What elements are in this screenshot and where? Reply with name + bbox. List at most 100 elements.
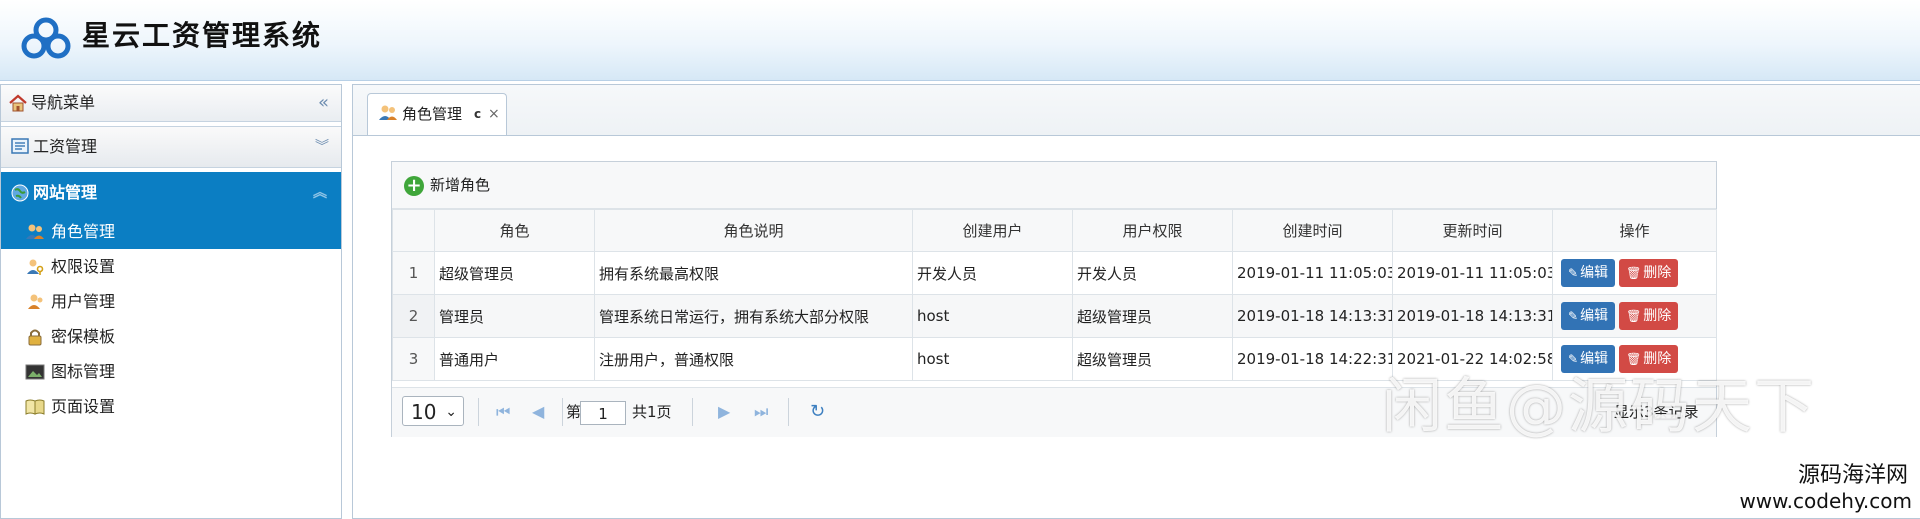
pager-separator: [692, 398, 693, 426]
sidebar-item-icons[interactable]: 图标管理: [1, 354, 341, 389]
next-page-icon[interactable]: ▶: [718, 397, 730, 427]
table-row[interactable]: 1 超级管理员 拥有系统最高权限 开发人员 开发人员 2019-01-11 11…: [392, 251, 1717, 295]
delete-label: 删除: [1643, 265, 1672, 281]
cell-created-time: 2019-01-18 14:22:31: [1232, 337, 1393, 381]
pencil-icon: ✎: [1568, 266, 1579, 280]
pager-separator: [562, 398, 563, 426]
cell-description: 拥有系统最高权限: [594, 251, 913, 295]
lock-icon: [28, 329, 42, 346]
double-chevron-down-icon[interactable]: ︾: [315, 127, 329, 167]
picture-icon: [25, 364, 45, 380]
add-role-button[interactable]: + 新增角色: [404, 170, 490, 200]
trash-icon: 🗑: [1626, 352, 1642, 366]
cell-role: 超级管理员: [434, 251, 595, 295]
edit-button[interactable]: ✎ 编辑: [1561, 345, 1616, 373]
globe-icon: [11, 184, 29, 202]
double-chevron-left-icon[interactable]: «: [318, 85, 329, 121]
edit-label: 编辑: [1580, 351, 1609, 367]
form-icon: [11, 138, 29, 154]
page-size-select[interactable]: 10 ⌄: [402, 396, 464, 426]
pencil-icon: ✎: [1568, 352, 1579, 366]
users-icon: [379, 105, 397, 120]
sidebar-item-permissions[interactable]: 权限设置: [1, 249, 341, 284]
column-header[interactable]: 创建时间: [1232, 209, 1393, 252]
delete-label: 删除: [1643, 308, 1672, 324]
cell-description: 管理系统日常运行，拥有系统大部分权限: [594, 294, 913, 338]
sidebar-heading: 导航菜单 «: [1, 85, 341, 122]
sidebar-item-label: 页面设置: [51, 397, 116, 416]
column-header[interactable]: 角色: [434, 209, 595, 252]
cell-creator: 开发人员: [912, 251, 1073, 295]
book-icon: [25, 399, 45, 415]
watermark-text: 闲鱼@源码天下: [1382, 372, 1816, 442]
cell-actions: ✎ 编辑 🗑 删除: [1552, 294, 1717, 338]
home-icon: [9, 94, 27, 112]
reload-icon[interactable]: ↻: [810, 397, 825, 427]
sidebar-item-page-settings[interactable]: 页面设置: [1, 389, 341, 424]
tab-bar: 角色管理 c ×: [353, 85, 1920, 136]
cell-creator: host: [912, 337, 1073, 381]
app-header: 星云工资管理系统: [0, 0, 1920, 81]
tab-role-management[interactable]: 角色管理 c ×: [367, 93, 507, 135]
cell-updated-time: 2019-01-18 14:13:31: [1392, 294, 1553, 338]
table-row[interactable]: 2 管理员 管理系统日常运行，拥有系统大部分权限 host 超级管理员 2019…: [392, 294, 1717, 338]
row-number: 2: [392, 294, 435, 338]
delete-button[interactable]: 🗑 删除: [1619, 302, 1679, 330]
trash-icon: 🗑: [1626, 266, 1642, 280]
sidebar-item-label: 密保模板: [51, 327, 116, 346]
edit-button[interactable]: ✎ 编辑: [1561, 302, 1616, 330]
row-number: 3: [392, 337, 435, 381]
pager-separator: [788, 398, 789, 426]
delete-button[interactable]: 🗑 删除: [1619, 259, 1679, 287]
page-prefix-label: 第: [566, 403, 582, 421]
edit-button[interactable]: ✎ 编辑: [1561, 259, 1616, 287]
pager-separator: [478, 398, 479, 426]
column-header[interactable]: 角色说明: [594, 209, 913, 252]
column-header: 操作: [1552, 209, 1717, 252]
app-title: 星云工资管理系统: [82, 19, 323, 52]
role-table: 角色 角色说明 创建用户 用户权限 创建时间 更新时间 操作 1 超级管理员 拥…: [392, 209, 1717, 381]
cell-permission: 超级管理员: [1072, 337, 1233, 381]
tab-label: 角色管理: [402, 105, 463, 123]
cell-role: 管理员: [434, 294, 595, 338]
prev-page-icon[interactable]: ◀: [532, 397, 544, 427]
sidebar-item-users[interactable]: 用户管理: [1, 284, 341, 319]
page-number-input[interactable]: 1: [580, 401, 626, 425]
sidebar-group-salary[interactable]: 工资管理 ︾: [1, 126, 341, 168]
double-chevron-up-icon[interactable]: ︽: [313, 172, 327, 214]
row-number-header: [392, 209, 435, 252]
edit-label: 编辑: [1580, 308, 1609, 324]
sidebar-item-security-template[interactable]: 密保模板: [1, 319, 341, 354]
sidebar-group-label: 网站管理: [33, 183, 98, 202]
sidebar-item-roles[interactable]: 角色管理: [1, 214, 341, 249]
trash-icon: 🗑: [1626, 309, 1642, 323]
column-header[interactable]: 用户权限: [1072, 209, 1233, 252]
first-page-icon[interactable]: ⏮: [496, 397, 510, 427]
user-icon: [28, 294, 43, 309]
grid-toolbar: + 新增角色: [392, 162, 1716, 209]
cloud-logo-icon: [21, 17, 71, 59]
delete-button[interactable]: 🗑 删除: [1619, 345, 1679, 373]
pencil-icon: ✎: [1568, 309, 1579, 323]
page-total-label: 共1页: [632, 403, 672, 421]
sidebar-item-label: 角色管理: [51, 222, 116, 241]
sidebar-item-label: 权限设置: [51, 257, 116, 276]
table-header-row: 角色 角色说明 创建用户 用户权限 创建时间 更新时间 操作: [392, 209, 1717, 252]
sidebar-group-website[interactable]: 网站管理 ︽: [1, 172, 341, 214]
column-header[interactable]: 更新时间: [1392, 209, 1553, 252]
tab-close-icon[interactable]: ×: [488, 94, 500, 134]
user-key-icon: [27, 259, 44, 275]
cell-permission: 超级管理员: [1072, 294, 1233, 338]
cell-actions: ✎ 编辑 🗑 删除: [1552, 251, 1717, 295]
cell-updated-time: 2019-01-11 11:05:03: [1392, 251, 1553, 295]
cell-role: 普通用户: [434, 337, 595, 381]
row-number: 1: [392, 251, 435, 295]
cell-description: 注册用户，普通权限: [594, 337, 913, 381]
delete-label: 删除: [1643, 351, 1672, 367]
tab-refresh-icon[interactable]: c: [474, 94, 481, 134]
edit-label: 编辑: [1580, 265, 1609, 281]
cell-permission: 开发人员: [1072, 251, 1233, 295]
chevron-down-icon: ⌄: [445, 404, 457, 420]
last-page-icon[interactable]: ⏭: [754, 397, 768, 427]
column-header[interactable]: 创建用户: [912, 209, 1073, 252]
